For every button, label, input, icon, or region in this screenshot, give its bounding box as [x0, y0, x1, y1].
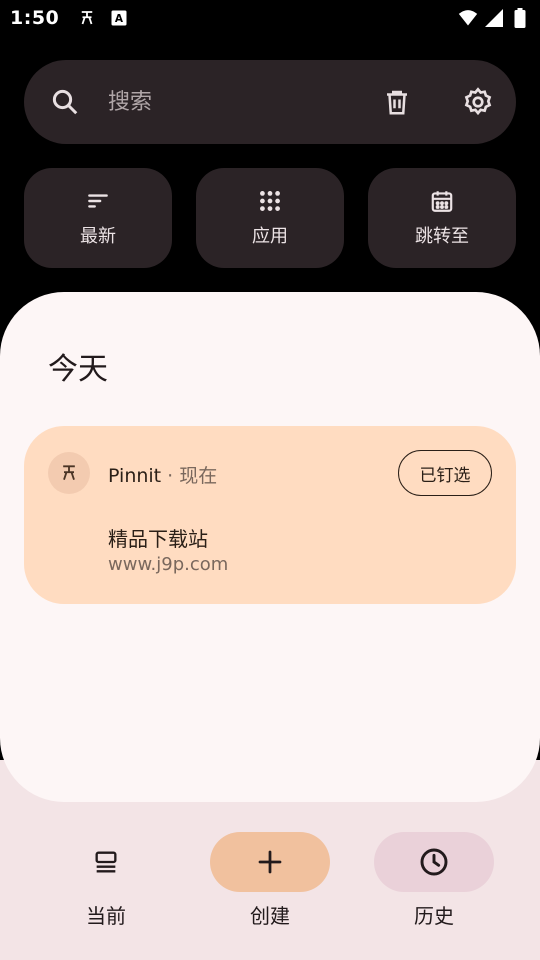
latest-label: 最新: [80, 226, 116, 247]
card-header: Pinnit · 现在: [108, 461, 217, 488]
nav-current-label: 当前: [86, 904, 126, 928]
search-input[interactable]: [108, 89, 382, 115]
jump-to-label: 跳转至: [415, 226, 469, 247]
jump-to-button[interactable]: 跳转至: [368, 168, 516, 268]
nav-history[interactable]: 历史: [374, 832, 494, 929]
card-title: 精品下载站: [108, 527, 208, 551]
nav-create-pill[interactable]: [210, 832, 330, 892]
notification-card[interactable]: Pinnit · 现在 已钉选 精品下载站 www.j9p.com: [24, 426, 516, 604]
nav-create-label: 创建: [250, 904, 290, 928]
svg-text:A: A: [115, 13, 124, 25]
bottom-nav: 当前 创建 历史: [0, 832, 540, 932]
card-subtitle: www.j9p.com: [108, 554, 229, 575]
sort-icon: [88, 194, 108, 208]
card-time: 现在: [179, 465, 218, 487]
gear-icon[interactable]: [462, 84, 494, 120]
plus-icon: [258, 850, 282, 874]
wifi-icon: [458, 8, 478, 28]
pinned-button[interactable]: 已钉选: [398, 450, 492, 496]
apps-button[interactable]: 应用: [196, 168, 344, 268]
quick-actions: 最新 应用 跳转至: [24, 168, 516, 268]
app-name: Pinnit: [108, 465, 162, 487]
apps-grid-icon: [260, 191, 280, 211]
signal-icon: [484, 8, 504, 28]
calendar-icon: [431, 191, 453, 212]
status-bar: 1:50 A: [0, 0, 540, 36]
nav-history-pill[interactable]: [374, 832, 494, 892]
nav-current-pill[interactable]: [46, 832, 166, 892]
notifications-sheet: 今天 Pinnit · 现在 已钉选 精品下载站 www.j9p.com: [0, 292, 540, 802]
clock-icon: [420, 848, 448, 876]
trash-icon[interactable]: [382, 84, 412, 120]
section-title: 今天: [48, 352, 108, 387]
font-a-icon: A: [109, 8, 129, 28]
status-time: 1:50: [10, 7, 60, 29]
battery-icon: [510, 8, 530, 28]
nav-current[interactable]: 当前: [46, 832, 166, 929]
nav-history-label: 历史: [414, 904, 454, 928]
current-stack-icon: [95, 851, 117, 873]
header-separator: ·: [167, 465, 174, 487]
pinnit-app-icon: [48, 452, 90, 494]
search-icon[interactable]: [50, 87, 80, 117]
pin-notification-icon: [77, 8, 97, 28]
search-bar[interactable]: [24, 60, 516, 144]
nav-create[interactable]: 创建: [210, 832, 330, 929]
latest-button[interactable]: 最新: [24, 168, 172, 268]
apps-label: 应用: [252, 226, 288, 247]
